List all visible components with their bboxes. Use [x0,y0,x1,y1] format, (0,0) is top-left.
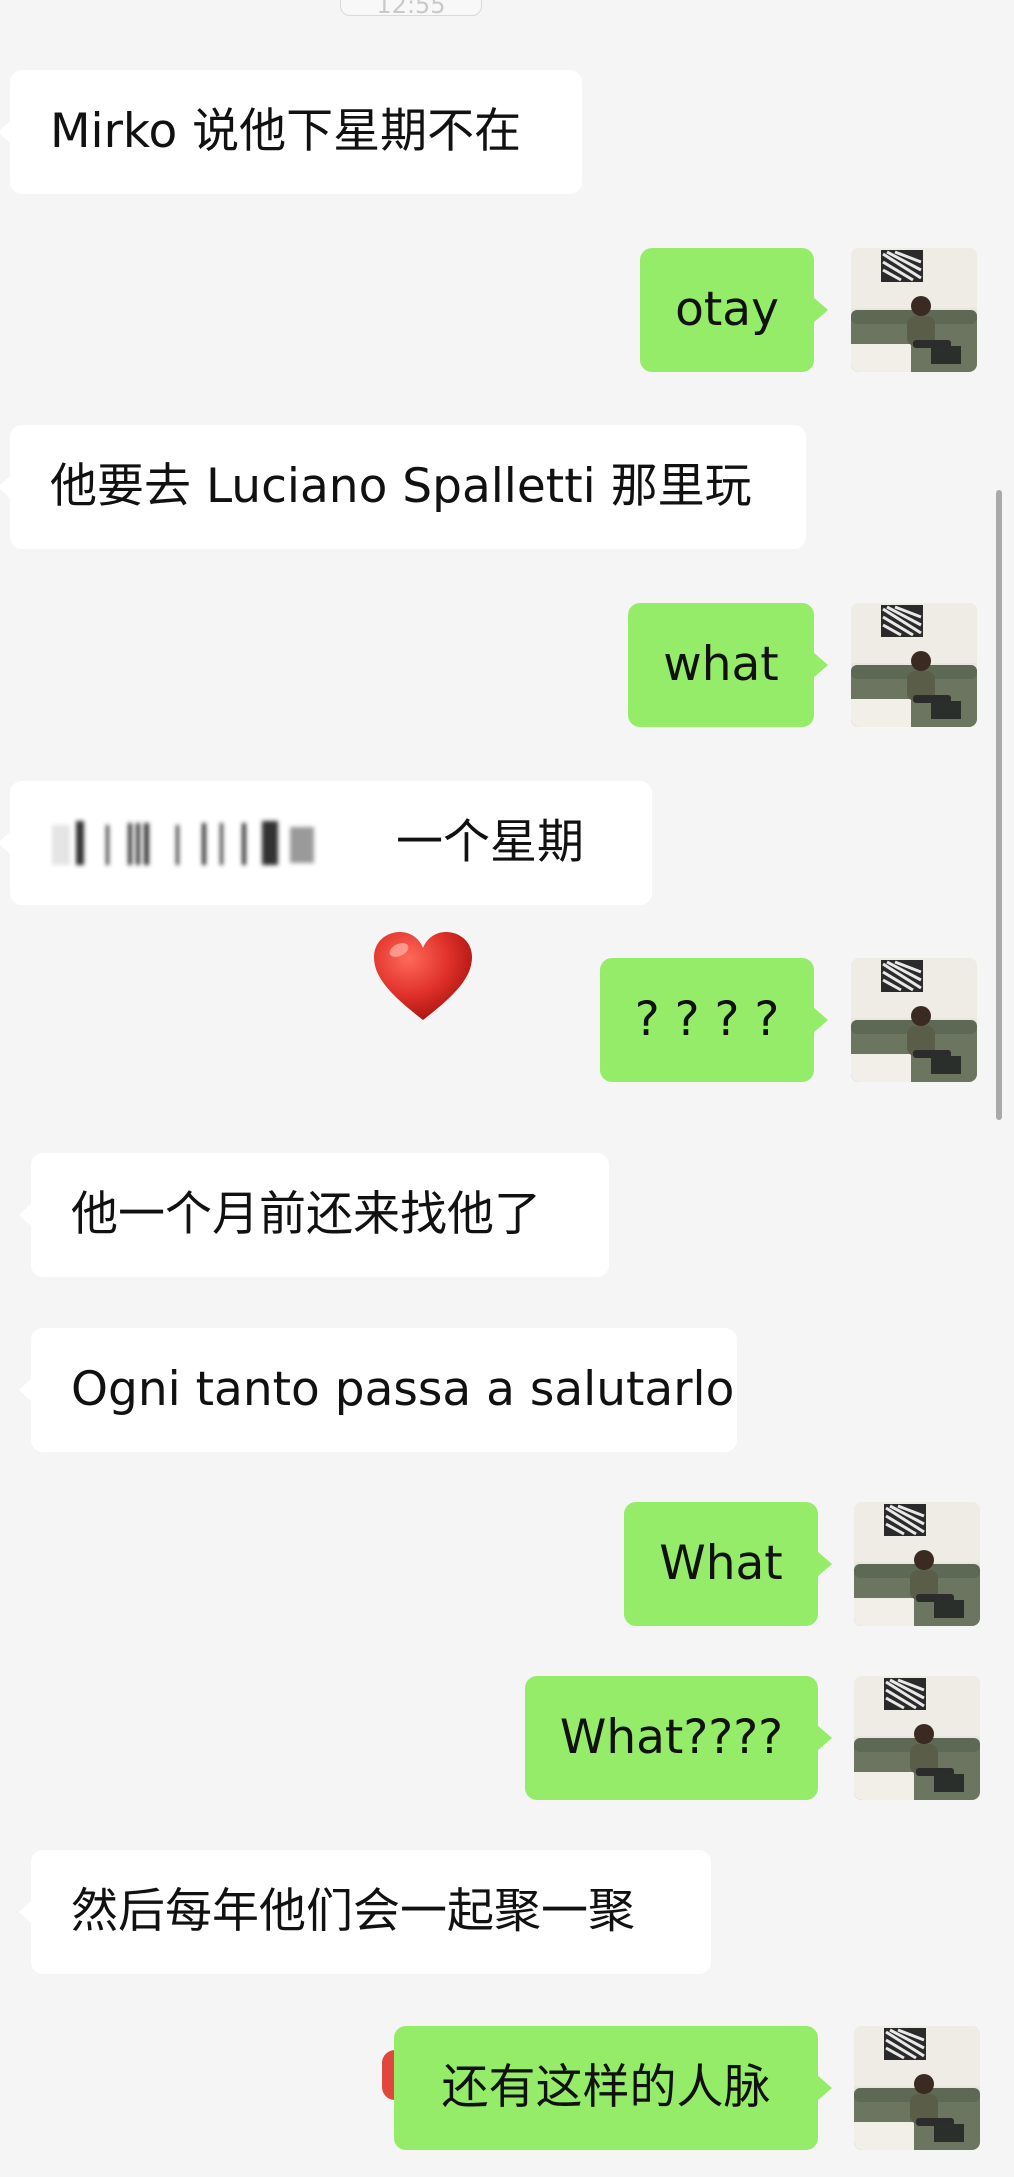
chat-area[interactable]: 12:55 Mirko 说他下星期不在 otay 他要去 Luciano Spa… [0,0,1014,2177]
message-text: otay [675,282,779,337]
message-bubble-incoming[interactable]: 然后每年他们会一起聚一聚 [19,1850,711,1974]
message-bubble-incoming[interactable]: Ogni tanto passa a salutarlo [19,1328,737,1452]
message-bubble-outgoing[interactable]: ? ? ? ? [600,958,828,1082]
message-text: Ogni tanto passa a salutarlo [71,1362,735,1417]
message-text: ? ? ? ? [634,992,780,1047]
message-bubble-outgoing[interactable]: What [624,1502,832,1626]
message-text: 他一个月前还来找他了 [71,1187,541,1242]
message-text: what [663,637,779,692]
message-text: 一个星期 [396,815,584,870]
user-avatar[interactable] [854,2026,980,2150]
message-bubble-outgoing[interactable]: 还有这样的人脉 [394,2026,832,2150]
message-text: 他要去 Luciano Spalletti 那里玩 [50,459,752,514]
timestamp-pill: 12:55 [340,0,482,16]
message-text: 还有这样的人脉 [441,2060,771,2115]
scrollbar[interactable] [996,490,1002,1120]
user-avatar[interactable] [851,603,977,727]
message-bubble-incoming[interactable]: 他一个月前还来找他了 [19,1153,609,1277]
message-bubble-outgoing[interactable]: What???? [525,1676,832,1800]
user-avatar[interactable] [854,1676,980,1800]
message-bubble-incoming[interactable]: 他要去 Luciano Spalletti 那里玩 [0,425,806,549]
message-text: What [659,1536,783,1591]
message-bubble-outgoing[interactable]: what [628,603,828,727]
user-avatar[interactable] [851,248,977,372]
blurred-text-icon [52,820,314,865]
user-avatar[interactable] [854,1502,980,1626]
user-avatar[interactable] [851,958,977,1082]
message-bubble-incoming[interactable]: 一个星期 [0,781,652,905]
heart-icon[interactable] [372,930,474,1024]
message-bubble-incoming[interactable]: Mirko 说他下星期不在 [0,70,582,194]
message-text: 然后每年他们会一起聚一聚 [71,1884,635,1939]
message-bubble-outgoing[interactable]: otay [640,248,828,372]
message-text: Mirko 说他下星期不在 [50,104,522,159]
message-text: What???? [559,1710,784,1765]
